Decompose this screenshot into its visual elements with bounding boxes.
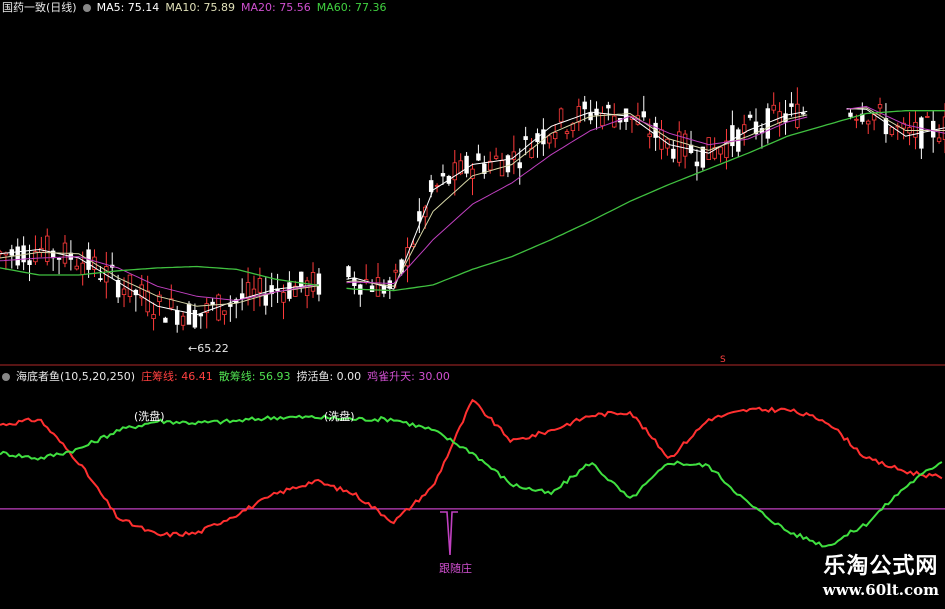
candle-body	[293, 285, 298, 297]
candle-body	[163, 317, 168, 323]
jique-label: 鸡雀升天: 30.00	[367, 370, 450, 383]
indicator-dot-icon[interactable]	[2, 373, 10, 381]
stock-title[interactable]: 国药一致(日线)	[2, 1, 77, 14]
watermark-title: 乐淘公式网	[823, 553, 939, 579]
candle-body	[552, 132, 558, 140]
candle-body	[594, 108, 599, 116]
candle-body	[547, 135, 552, 144]
candle-body	[174, 310, 180, 325]
oscillator-header: 海底者鱼(10,5,20,250) 庄筹线: 46.41 散筹线: 56.93 捞活鱼…	[2, 370, 456, 384]
candle-body	[27, 260, 32, 265]
candle-body	[222, 310, 227, 315]
candle-body	[741, 124, 747, 134]
candle-body	[747, 114, 753, 118]
candle-body	[346, 266, 351, 278]
candle-body	[499, 160, 505, 177]
candle-body	[883, 118, 889, 135]
candle-body	[440, 173, 446, 177]
candle-body	[464, 155, 469, 174]
candle-body	[245, 282, 251, 299]
candle-body	[299, 271, 304, 287]
candle-body	[257, 278, 263, 293]
candle-body	[505, 155, 511, 173]
settings-dot-icon[interactable]	[82, 4, 91, 12]
candle-body	[151, 314, 156, 319]
ma60-label: MA60: 77.36	[316, 1, 387, 14]
price-panel	[0, 87, 945, 333]
ma5-label: MA5: 75.14	[96, 1, 160, 14]
candle-body	[582, 101, 587, 110]
candle-body	[925, 116, 930, 118]
ma10-label: MA10: 75.89	[165, 1, 236, 14]
candle-body	[801, 112, 806, 115]
candle-body	[186, 303, 192, 325]
chart-canvas	[0, 87, 945, 556]
candle-body	[127, 274, 133, 297]
candle-body	[56, 257, 62, 260]
candle-body	[192, 309, 198, 328]
candle-body	[281, 291, 286, 303]
candle-body	[641, 111, 646, 118]
xipan-label-2: (洗盘)	[324, 410, 355, 423]
candle-body	[877, 104, 883, 109]
candle-body	[671, 148, 676, 159]
san-label: 散筹线: 56.93	[218, 370, 291, 383]
candle-body	[523, 136, 528, 141]
xipan-label-1: (洗盘)	[134, 410, 165, 423]
candle-body	[493, 155, 499, 159]
candle-body	[121, 288, 127, 295]
candle-body	[647, 133, 652, 138]
watermark: 乐淘公式网 www.60lt.com	[823, 554, 939, 602]
candle-body	[517, 162, 522, 169]
candle-body	[428, 180, 434, 192]
candle-body	[700, 146, 706, 168]
candle-body	[393, 269, 398, 273]
watermark-url: www.60lt.com	[822, 581, 939, 599]
ma20-label: MA20: 75.56	[241, 1, 311, 14]
ma-line-ma60	[0, 110, 945, 292]
candle-body	[889, 126, 895, 136]
candle-body	[936, 137, 942, 142]
candle-body	[417, 211, 422, 222]
candle-body	[369, 285, 375, 292]
laohuo-label: 捞活鱼: 0.00	[296, 370, 362, 383]
candle-body	[623, 108, 629, 122]
candle-body	[74, 265, 79, 270]
genzhuang-label: 跟随庄	[439, 562, 472, 575]
candle-body	[375, 277, 381, 297]
candle-body	[930, 120, 936, 138]
candle-body	[866, 120, 871, 125]
candle-body	[180, 315, 186, 326]
price-header: 国药一致(日线) MA5: 75.14 MA10: 75.89 MA20: 75.56…	[2, 1, 392, 15]
candle-body	[854, 118, 859, 121]
zhuang-label: 庄筹线: 46.41	[141, 370, 213, 383]
candle-body	[771, 104, 776, 111]
candle-body	[576, 106, 582, 123]
candle-body	[913, 121, 918, 138]
candle-body	[848, 112, 853, 117]
candles	[0, 87, 945, 333]
candle-body	[789, 103, 794, 107]
candle-body	[718, 146, 723, 155]
candle-body	[310, 272, 316, 292]
s-marker: S	[720, 355, 726, 365]
candle-body	[210, 301, 215, 306]
candle-body	[564, 131, 570, 135]
candle-body	[694, 161, 700, 167]
candle-body	[98, 278, 103, 280]
candle-body	[795, 103, 800, 128]
ma-line-ma20	[0, 105, 945, 302]
candle-body	[476, 153, 481, 161]
genzhuang-spike	[440, 511, 458, 556]
candle-body	[558, 108, 564, 123]
indicator-name[interactable]: 海底者鱼(10,5,20,250)	[16, 370, 135, 383]
candle-body	[606, 104, 611, 109]
low-price-label: ←65.22	[188, 342, 229, 355]
candle-body	[80, 262, 85, 275]
candle-body	[228, 304, 233, 307]
candle-body	[706, 137, 711, 160]
